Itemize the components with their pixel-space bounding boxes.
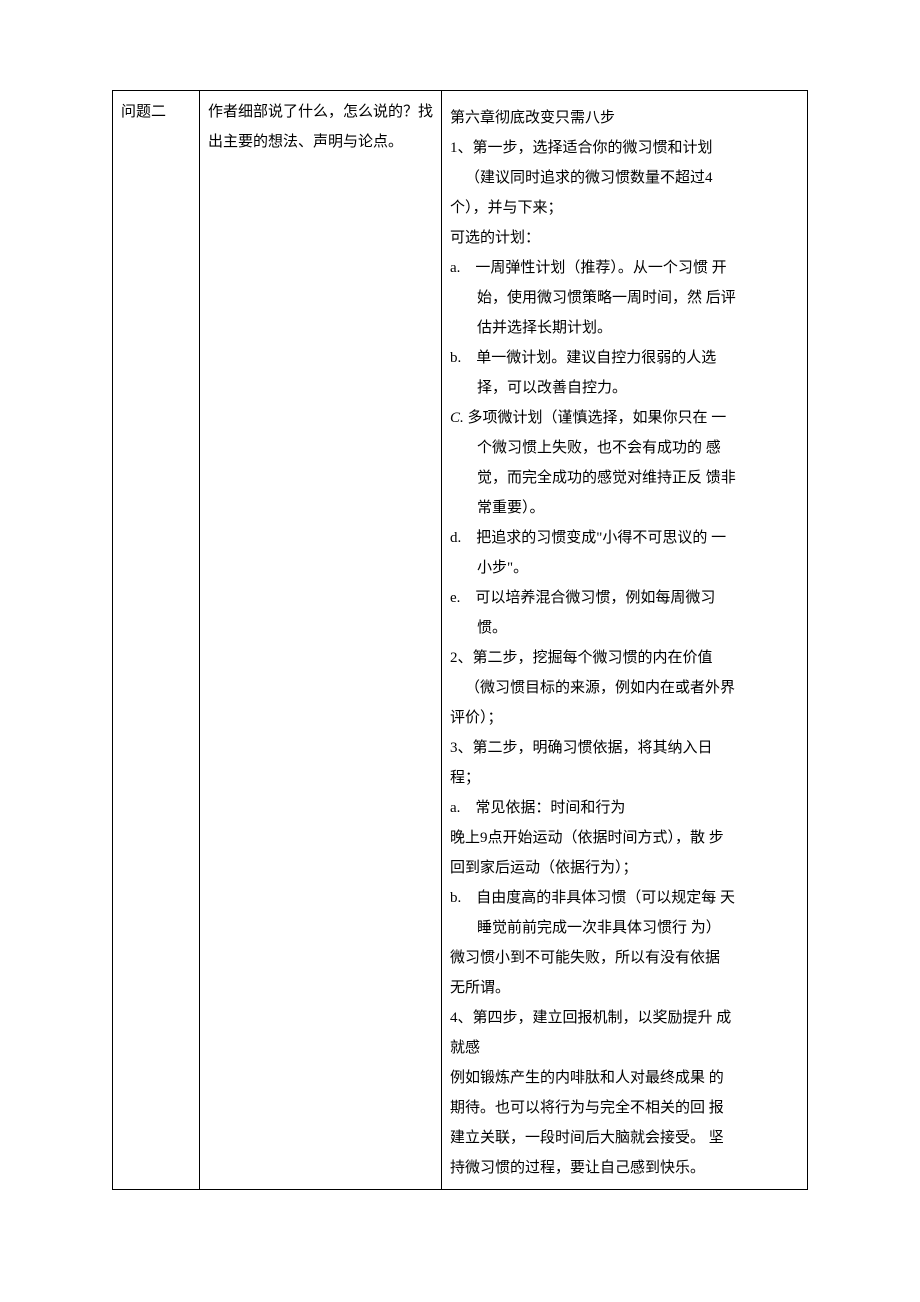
step1-line2: （建议同时追求的微习惯数量不超过4 xyxy=(450,163,799,193)
plan-b-line2: 择，可以改善自控力。 xyxy=(450,373,799,403)
step1-line3: 个），并与下来； xyxy=(450,193,799,223)
question-text: 作者细部说了什么，怎么说的？找出主要的想法、声明与论点。 xyxy=(208,97,433,157)
plan-c-line1: C. 多项微计划（谨慎选择，如果你只在 一 xyxy=(450,403,799,433)
chapter-title: 第六章彻底改变只需八步 xyxy=(450,103,799,133)
table-row: 问题二 作者细部说了什么，怎么说的？找出主要的想法、声明与论点。 第六章彻底改变… xyxy=(113,91,808,1190)
plan-c-line4: 常重要）。 xyxy=(450,493,799,523)
plan-c-prefix: C. xyxy=(450,410,464,426)
step2-line3: 评价）； xyxy=(450,703,799,733)
step4-ex3: 建立关联，一段时间后大脑就会接受。 坚 xyxy=(450,1123,799,1153)
basis-b-line1: b. 自由度高的非具体习惯（可以规定每 天 xyxy=(450,883,799,913)
step2-line2: （微习惯目标的来源，例如内在或者外界 xyxy=(450,673,799,703)
step4-ex2: 期待。也可以将行为与完全不相关的回 报 xyxy=(450,1093,799,1123)
plan-c-line3: 觉，而完全成功的感觉对维持正反 馈非 xyxy=(450,463,799,493)
plan-c-line2: 个微习惯上失败，也不会有成功的 感 xyxy=(450,433,799,463)
basis-a-ex1: 晚上9点开始运动（依据时间方式），散 步 xyxy=(450,823,799,853)
step4-line2: 就感 xyxy=(450,1033,799,1063)
plan-d-line2: 小步"。 xyxy=(450,553,799,583)
plan-a-line2: 始，使用微习惯策略一周时间，然 后评 xyxy=(450,283,799,313)
plan-c-rest: 多项微计划（谨慎选择，如果你只在 一 xyxy=(464,410,727,426)
row-label: 问题二 xyxy=(121,103,166,120)
step1-line1: 1、第一步，选择适合你的微习惯和计划 xyxy=(450,133,799,163)
basis-note1: 微习惯小到不可能失败，所以有没有依据 xyxy=(450,943,799,973)
plans-label: 可选的计划： xyxy=(450,223,799,253)
step4-line1: 4、第四步，建立回报机制，以奖励提升 成 xyxy=(450,1003,799,1033)
plan-a-line1: a. 一周弹性计划（推荐）。从一个习惯 开 xyxy=(450,253,799,283)
step4-ex4: 持微习惯的过程，要让自己感到快乐。 xyxy=(450,1153,799,1183)
plan-b-line1: b. 单一微计划。建议自控力很弱的人选 xyxy=(450,343,799,373)
step3-line1: 3、第二步，明确习惯依据，将其纳入日 xyxy=(450,733,799,763)
plan-e-line1: e. 可以培养混合微习惯，例如每周微习 xyxy=(450,583,799,613)
answer-cell: 第六章彻底改变只需八步 1、第一步，选择适合你的微习惯和计划 （建议同时追求的微… xyxy=(442,91,808,1190)
content-table: 问题二 作者细部说了什么，怎么说的？找出主要的想法、声明与论点。 第六章彻底改变… xyxy=(112,90,808,1190)
plan-e-line2: 惯。 xyxy=(450,613,799,643)
basis-a-ex2: 回到家后运动（依据行为）； xyxy=(450,853,799,883)
basis-b-line2: 睡觉前前完成一次非具体习惯行 为） xyxy=(450,913,799,943)
plan-d-line1: d. 把追求的习惯变成"小得不可思议的 一 xyxy=(450,523,799,553)
question-cell: 作者细部说了什么，怎么说的？找出主要的想法、声明与论点。 xyxy=(200,91,442,1190)
plan-a-line3: 估并选择长期计划。 xyxy=(450,313,799,343)
document-page: 问题二 作者细部说了什么，怎么说的？找出主要的想法、声明与论点。 第六章彻底改变… xyxy=(0,0,920,1302)
step4-ex1: 例如锻炼产生的内啡肽和人对最终成果 的 xyxy=(450,1063,799,1093)
row-label-cell: 问题二 xyxy=(113,91,200,1190)
step2-line1: 2、第二步，挖掘每个微习惯的内在价值 xyxy=(450,643,799,673)
basis-a: a. 常见依据：时间和行为 xyxy=(450,793,799,823)
basis-note2: 无所谓。 xyxy=(450,973,799,1003)
step3-line2: 程； xyxy=(450,763,799,793)
